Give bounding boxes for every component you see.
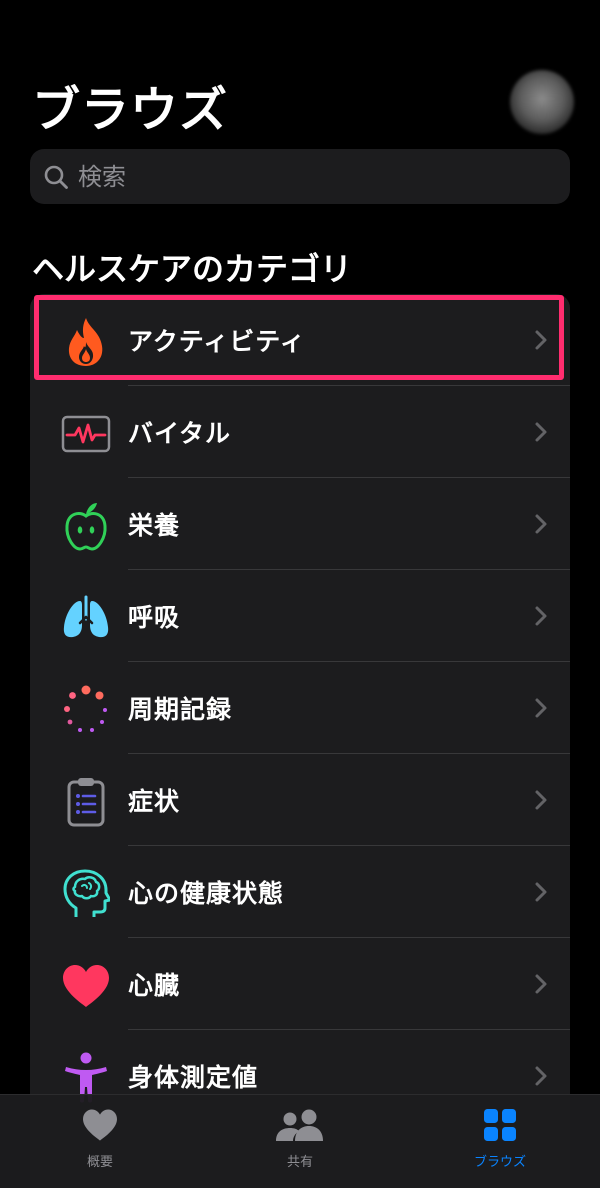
avatar[interactable]: [510, 70, 574, 134]
category-label: 心の健康状態: [128, 879, 285, 908]
heart-icon: [60, 960, 112, 1012]
tab-label: 共有: [286, 1155, 313, 1170]
chevron-right-icon: [534, 1064, 548, 1088]
category-label: 心臓: [128, 971, 181, 1000]
vitals-icon: [60, 408, 112, 460]
chevron-right-icon: [534, 880, 548, 904]
chevron-right-icon: [534, 328, 548, 352]
tab-label: ブラウズ: [473, 1155, 526, 1170]
lungs-icon: [60, 592, 112, 644]
category-list: アクティビティ バイタル 栄養 呼吸 周期記録 症状 心の健康状態 心臓 身体測…: [30, 294, 570, 1188]
search-input[interactable]: [76, 161, 540, 192]
section-title: ヘルスケアのカテゴリ: [32, 250, 353, 288]
tab-bar: 概要 共有 ブラウズ: [0, 1094, 600, 1188]
category-label: アクティビティ: [128, 327, 306, 356]
category-label: 栄養: [128, 511, 181, 540]
chevron-right-icon: [534, 512, 548, 536]
search-icon: [42, 163, 70, 191]
category-row-activity[interactable]: アクティビティ: [30, 294, 570, 386]
category-row-nutrition[interactable]: 栄養: [30, 478, 570, 570]
apple-icon: [60, 500, 112, 552]
chevron-right-icon: [534, 420, 548, 444]
category-row-heart[interactable]: 心臓: [30, 938, 570, 1030]
category-label: バイタル: [128, 419, 232, 448]
page-title: ブラウズ: [32, 82, 229, 138]
heart-icon: [81, 1105, 119, 1145]
category-row-cycle-tracking[interactable]: 周期記録: [30, 662, 570, 754]
people-icon: [275, 1105, 325, 1145]
grid-icon: [483, 1105, 517, 1145]
chevron-right-icon: [534, 972, 548, 996]
tab-summary[interactable]: 概要: [0, 1095, 200, 1188]
category-label: 身体測定値: [128, 1063, 259, 1092]
tab-sharing[interactable]: 共有: [200, 1095, 400, 1188]
category-row-mental-wellbeing[interactable]: 心の健康状態: [30, 846, 570, 938]
chevron-right-icon: [534, 788, 548, 812]
chevron-right-icon: [534, 604, 548, 628]
search-bar[interactable]: [30, 149, 570, 204]
health-browse-screen: ブラウズ ヘルスケアのカテゴリ アクティビティ: [0, 0, 600, 1188]
category-row-symptoms[interactable]: 症状: [30, 754, 570, 846]
cycle-tracking-icon: [60, 684, 112, 736]
flame-icon: [60, 316, 112, 368]
clipboard-list-icon: [60, 776, 112, 828]
category-label: 症状: [128, 787, 181, 816]
chevron-right-icon: [534, 696, 548, 720]
category-label: 周期記録: [128, 695, 233, 724]
category-row-vitals[interactable]: バイタル: [30, 386, 570, 478]
category-label: 呼吸: [128, 603, 181, 632]
tab-label: 概要: [86, 1155, 113, 1170]
category-row-respiratory[interactable]: 呼吸: [30, 570, 570, 662]
head-brain-icon: [60, 868, 112, 920]
tab-browse[interactable]: ブラウズ: [400, 1095, 600, 1188]
